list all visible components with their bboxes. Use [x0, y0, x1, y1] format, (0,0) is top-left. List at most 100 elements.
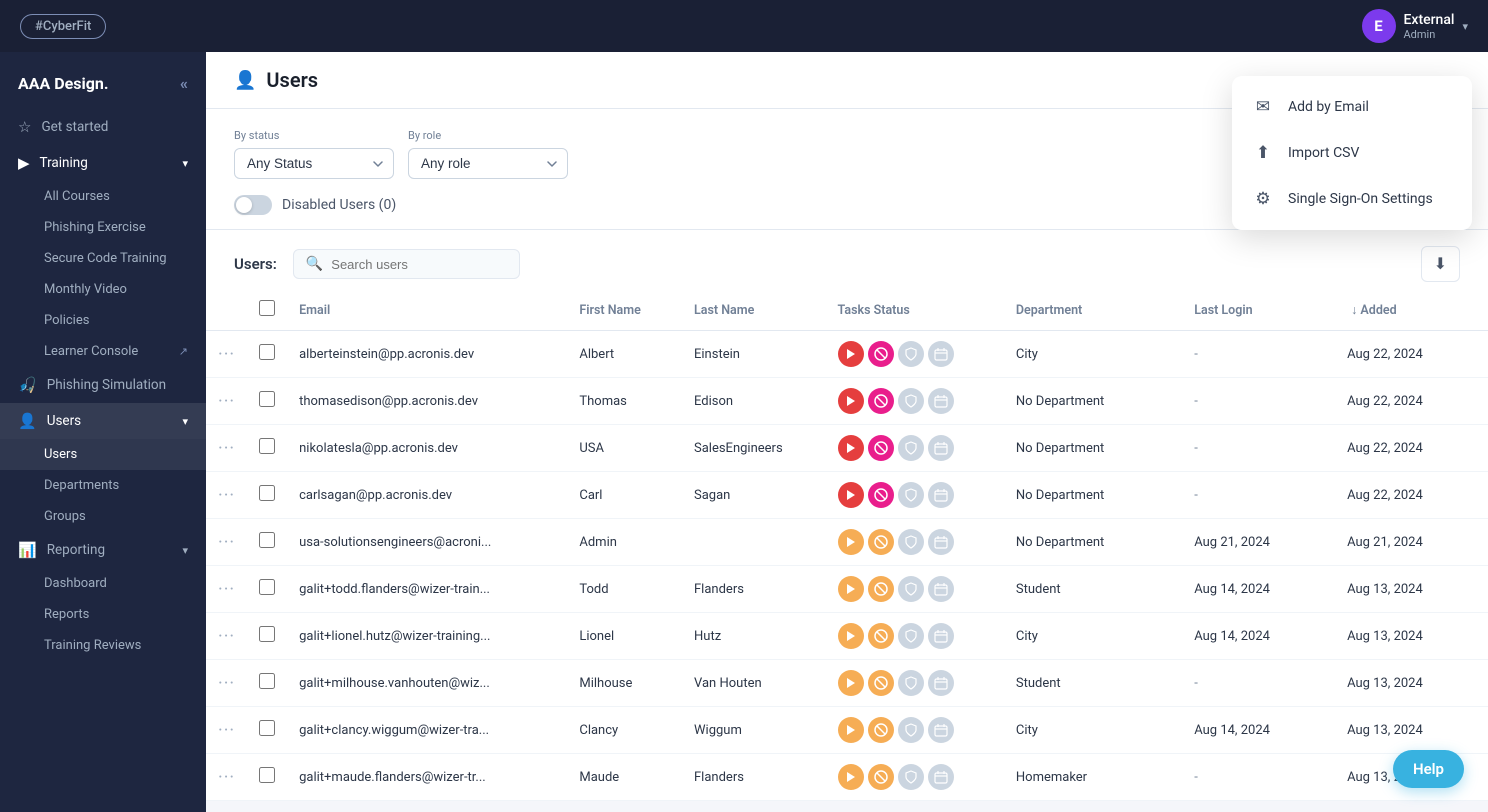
- role-filter-group: By role Any role Admin Learner: [408, 129, 568, 179]
- topnav-logo[interactable]: #CyberFit: [20, 14, 106, 39]
- status-filter-label: By status: [234, 129, 394, 142]
- row-checkbox[interactable]: [259, 626, 275, 642]
- sidebar-item-reports[interactable]: Reports: [0, 599, 206, 630]
- dropdown-item-import-csv[interactable]: ⬆ Import CSV: [1232, 130, 1472, 176]
- row-email: carlsagan@pp.acronis.dev: [287, 472, 567, 519]
- row-checkbox[interactable]: [259, 485, 275, 501]
- sidebar-item-phishing-exercise[interactable]: Phishing Exercise: [0, 212, 206, 243]
- sidebar-item-departments[interactable]: Departments: [0, 470, 206, 501]
- row-checkbox[interactable]: [259, 673, 275, 689]
- row-actions[interactable]: ···: [206, 754, 247, 801]
- dash-value: -: [1194, 488, 1198, 503]
- reporting-submenu: Dashboard Reports Training Reviews: [0, 568, 206, 661]
- table-row: ···alberteinstein@pp.acronis.devAlbertEi…: [206, 331, 1488, 378]
- row-checkbox[interactable]: [259, 438, 275, 454]
- sidebar-item-learner-console[interactable]: Learner Console ↗: [0, 336, 206, 367]
- users-submenu: Users Departments Groups: [0, 439, 206, 532]
- sidebar-item-secure-code-training[interactable]: Secure Code Training: [0, 243, 206, 274]
- sidebar-item-users[interactable]: 👤 Users ▾: [0, 403, 206, 439]
- role-filter-select[interactable]: Any role Admin Learner: [408, 148, 568, 179]
- sidebar-item-dashboard[interactable]: Dashboard: [0, 568, 206, 599]
- row-tasks-status: [826, 425, 1004, 472]
- help-button[interactable]: Help: [1393, 750, 1464, 788]
- task-status-icon: [898, 482, 924, 508]
- row-actions[interactable]: ···: [206, 613, 247, 660]
- sidebar-item-users-sub[interactable]: Users: [0, 439, 206, 470]
- row-actions[interactable]: ···: [206, 519, 247, 566]
- row-checkbox[interactable]: [259, 391, 275, 407]
- row-last-name: SalesEngineers: [682, 425, 826, 472]
- sidebar-item-label: Users: [47, 413, 81, 429]
- page-title-icon: 👤: [234, 70, 256, 91]
- users-label: Users:: [234, 255, 277, 273]
- row-checkbox[interactable]: [259, 767, 275, 783]
- topnav-user[interactable]: E External Admin ▾: [1362, 9, 1469, 43]
- search-input[interactable]: [331, 257, 507, 272]
- sidebar-collapse-icon[interactable]: «: [180, 74, 188, 93]
- task-status-icon: [928, 435, 954, 461]
- row-last-name: Einstein: [682, 331, 826, 378]
- user-role: Admin: [1404, 28, 1455, 41]
- chevron-up-icon: ▾: [182, 415, 188, 428]
- sidebar-item-label: Training: [40, 155, 88, 171]
- row-checkbox[interactable]: [259, 579, 275, 595]
- sidebar-item-training-reviews[interactable]: Training Reviews: [0, 630, 206, 661]
- row-first-name: Thomas: [567, 378, 682, 425]
- row-actions[interactable]: ···: [206, 660, 247, 707]
- users-toolbar: Users: 🔍 ⬇: [206, 230, 1488, 290]
- sort-down-icon: ↓: [1351, 303, 1357, 318]
- task-status-icon: [898, 529, 924, 555]
- row-checkbox[interactable]: [259, 532, 275, 548]
- select-all-checkbox[interactable]: [259, 300, 275, 316]
- row-first-name: Carl: [567, 472, 682, 519]
- sidebar-item-monthly-video[interactable]: Monthly Video: [0, 274, 206, 305]
- task-status-icon: [838, 341, 864, 367]
- row-department: No Department: [1004, 425, 1182, 472]
- chevron-up-icon: ▾: [182, 544, 188, 557]
- dropdown-item-add-by-email[interactable]: ✉ Add by Email: [1232, 84, 1472, 130]
- row-actions[interactable]: ···: [206, 566, 247, 613]
- task-status-icon: [928, 717, 954, 743]
- dash-value: -: [1194, 441, 1198, 456]
- dash-value: -: [1194, 676, 1198, 691]
- sidebar-item-training[interactable]: ▶ Training ▾: [0, 145, 206, 181]
- row-tasks-status: [826, 378, 1004, 425]
- row-actions[interactable]: ···: [206, 472, 247, 519]
- status-filter-select[interactable]: Any Status Active Inactive: [234, 148, 394, 179]
- download-button[interactable]: ⬇: [1421, 246, 1460, 282]
- row-checkbox[interactable]: [259, 720, 275, 736]
- sidebar-item-groups[interactable]: Groups: [0, 501, 206, 532]
- row-added: Aug 22, 2024: [1335, 331, 1488, 378]
- sidebar-brand: AAA Design. «: [0, 68, 206, 109]
- task-status-icon: [868, 576, 894, 602]
- sidebar-item-reporting[interactable]: 📊 Reporting ▾: [0, 532, 206, 568]
- col-header-login: Last Login: [1182, 290, 1335, 331]
- dash-value: -: [1194, 394, 1198, 409]
- sidebar-item-policies[interactable]: Policies: [0, 305, 206, 336]
- row-last-login: Aug 14, 2024: [1182, 566, 1335, 613]
- row-checkbox-cell: [247, 472, 287, 519]
- sidebar-item-get-started[interactable]: ☆ Get started: [0, 109, 206, 145]
- row-added: Aug 13, 2024: [1335, 660, 1488, 707]
- row-tasks-status: [826, 566, 1004, 613]
- sidebar-item-all-courses[interactable]: All Courses: [0, 181, 206, 212]
- toggle-thumb: [236, 197, 252, 213]
- dropdown-item-label: Single Sign-On Settings: [1288, 191, 1433, 207]
- user-name: External: [1404, 12, 1455, 28]
- row-last-login: -: [1182, 378, 1335, 425]
- row-actions[interactable]: ···: [206, 425, 247, 472]
- row-actions[interactable]: ···: [206, 707, 247, 754]
- dropdown-item-sso-settings[interactable]: ⚙ Single Sign-On Settings: [1232, 176, 1472, 222]
- row-actions[interactable]: ···: [206, 331, 247, 378]
- sidebar: AAA Design. « ☆ Get started ▶ Training ▾…: [0, 52, 206, 812]
- table-row: ···thomasedison@pp.acronis.devThomasEdis…: [206, 378, 1488, 425]
- col-header-email: Email: [287, 290, 567, 331]
- row-checkbox[interactable]: [259, 344, 275, 360]
- status-filter-group: By status Any Status Active Inactive: [234, 129, 394, 179]
- row-actions[interactable]: ···: [206, 378, 247, 425]
- disabled-users-toggle[interactable]: [234, 195, 272, 215]
- sidebar-item-phishing-simulation[interactable]: 🎣 Phishing Simulation: [0, 367, 206, 403]
- table-row: ···nikolatesla@pp.acronis.devUSASalesEng…: [206, 425, 1488, 472]
- star-icon: ☆: [18, 118, 31, 136]
- user-avatar: E: [1362, 9, 1396, 43]
